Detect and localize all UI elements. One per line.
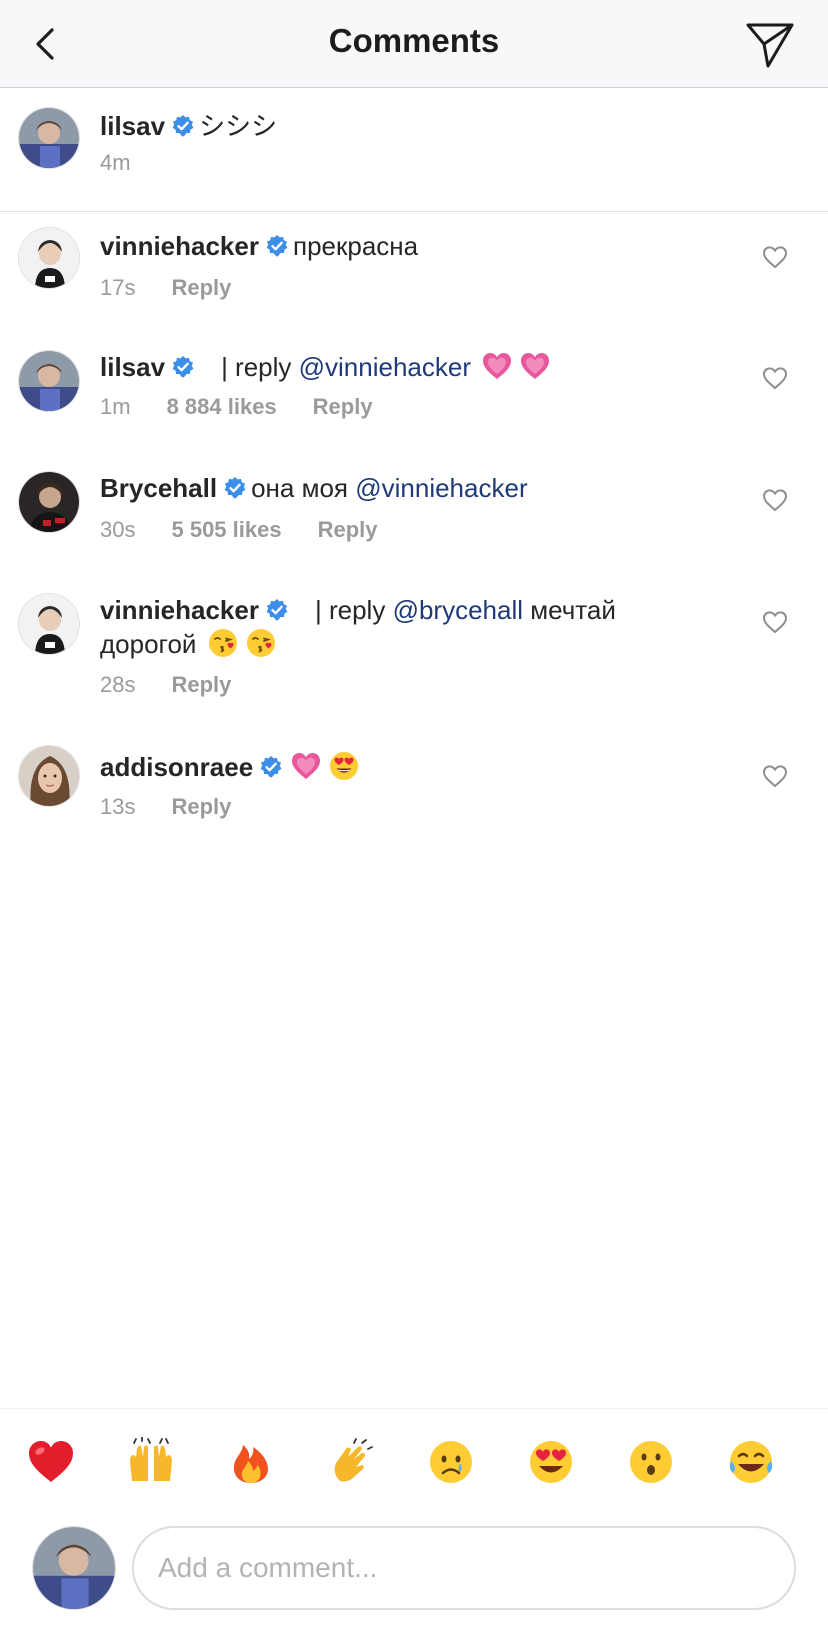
pink-heart-emoji-icon	[290, 750, 322, 782]
comment-item: vinniehacker прекрасна 17s Reply	[0, 212, 828, 332]
reply-button[interactable]: Reply	[171, 672, 231, 697]
timestamp: 4m	[100, 150, 131, 175]
caption-text: lilsav シシシ	[100, 110, 720, 143]
post-caption: lilsav シシシ 4m	[0, 88, 828, 212]
like-heart-icon[interactable]	[762, 488, 788, 512]
caption-meta: 4m	[100, 150, 167, 176]
username[interactable]: Brycehall	[100, 473, 217, 503]
comment-meta: 28s Reply	[100, 672, 267, 698]
comment-meta: 13s Reply	[100, 794, 267, 820]
timestamp: 30s	[100, 517, 136, 542]
crying-face-emoji-icon[interactable]	[426, 1437, 476, 1487]
reply-button[interactable]: Reply	[313, 394, 373, 419]
username[interactable]: lilsav	[100, 352, 165, 382]
avatar[interactable]	[18, 593, 80, 655]
verified-badge-icon	[265, 598, 289, 622]
surprised-face-emoji-icon[interactable]	[626, 1437, 676, 1487]
pink-heart-emoji-icon	[481, 350, 513, 382]
reply-button[interactable]: Reply	[171, 275, 231, 300]
comment-meta: 1m 8 884 likes Reply	[100, 394, 409, 420]
reply-prefix: | reply	[314, 595, 386, 625]
timestamp: 17s	[100, 275, 136, 300]
share-direct-icon[interactable]	[744, 20, 796, 70]
comment-text: addisonraee	[100, 750, 720, 784]
tears-of-joy-emoji-icon[interactable]	[726, 1437, 776, 1487]
verified-badge-icon	[223, 476, 247, 500]
top-bar: Comments	[0, 0, 828, 88]
comment-text: vinniehacker | reply @brycehall мечтай дор…	[100, 594, 720, 661]
verified-badge-icon	[265, 234, 289, 258]
username[interactable]: vinniehacker	[100, 595, 259, 625]
username[interactable]: vinniehacker	[100, 231, 259, 261]
like-heart-icon[interactable]	[762, 245, 788, 269]
avatar[interactable]	[18, 227, 80, 289]
reply-button[interactable]: Reply	[171, 794, 231, 819]
comment-composer	[0, 1512, 828, 1628]
comment-body-line2: дорогой	[100, 629, 197, 659]
kissing-face-emoji-icon	[245, 627, 277, 659]
current-user-avatar	[32, 1526, 116, 1610]
comment-meta: 30s 5 505 likes Reply	[100, 517, 414, 543]
verified-badge-icon	[171, 114, 195, 138]
comment-item: Brycehall она моя @vinniehacker 30s 5 505 …	[0, 454, 828, 576]
like-heart-icon[interactable]	[762, 764, 788, 788]
comment-item: vinniehacker | reply @brycehall мечтай дор…	[0, 576, 828, 730]
likes-count[interactable]: 5 505 likes	[171, 517, 281, 542]
comment-item: addisonraee 13s Reply	[0, 730, 828, 850]
fire-emoji-icon[interactable]	[226, 1437, 276, 1487]
timestamp: 28s	[100, 672, 136, 697]
mention-link[interactable]: @vinniehacker	[299, 352, 471, 382]
comment-text: Brycehall она моя @vinniehacker	[100, 472, 720, 505]
page-title: Comments	[328, 22, 500, 59]
timestamp: 13s	[100, 794, 136, 819]
comment-input[interactable]	[132, 1526, 796, 1610]
reply-prefix: | reply	[221, 352, 292, 382]
comment-item: lilsav | reply @vinniehacker 1m 8 884 like…	[0, 332, 828, 454]
comment-body: мечтай	[530, 595, 616, 625]
heart-eyes-emoji-icon	[328, 750, 360, 782]
comment-meta: 17s Reply	[100, 275, 267, 301]
verified-badge-icon	[259, 755, 283, 779]
mention-link[interactable]: @vinniehacker	[355, 473, 527, 503]
username[interactable]: lilsav	[100, 111, 165, 141]
verified-badge-icon	[171, 355, 195, 379]
like-heart-icon[interactable]	[762, 366, 788, 390]
emoji-reaction-bar	[0, 1408, 828, 1512]
comment-text: lilsav | reply @vinniehacker	[100, 350, 720, 384]
likes-count[interactable]: 8 884 likes	[167, 394, 277, 419]
username[interactable]: addisonraee	[100, 752, 253, 782]
comment-body: прекрасна	[292, 231, 419, 261]
timestamp: 1m	[100, 394, 131, 419]
heart-eyes-emoji-icon[interactable]	[526, 1437, 576, 1487]
clapping-hands-emoji-icon[interactable]	[326, 1437, 376, 1487]
avatar[interactable]	[18, 107, 80, 169]
comment-text: vinniehacker прекрасна	[100, 230, 720, 263]
avatar[interactable]	[18, 745, 80, 807]
comment-body: она моя	[251, 473, 348, 503]
raised-hands-emoji-icon[interactable]	[126, 1437, 176, 1487]
caption-body: シシシ	[199, 111, 278, 141]
red-heart-emoji-icon[interactable]	[26, 1437, 76, 1487]
pink-heart-emoji-icon	[519, 350, 551, 382]
reply-button[interactable]: Reply	[318, 517, 378, 542]
avatar[interactable]	[18, 471, 80, 533]
kissing-face-emoji-icon	[207, 627, 239, 659]
mention-link[interactable]: @brycehall	[393, 595, 523, 625]
avatar[interactable]	[18, 350, 80, 412]
like-heart-icon[interactable]	[762, 610, 788, 634]
